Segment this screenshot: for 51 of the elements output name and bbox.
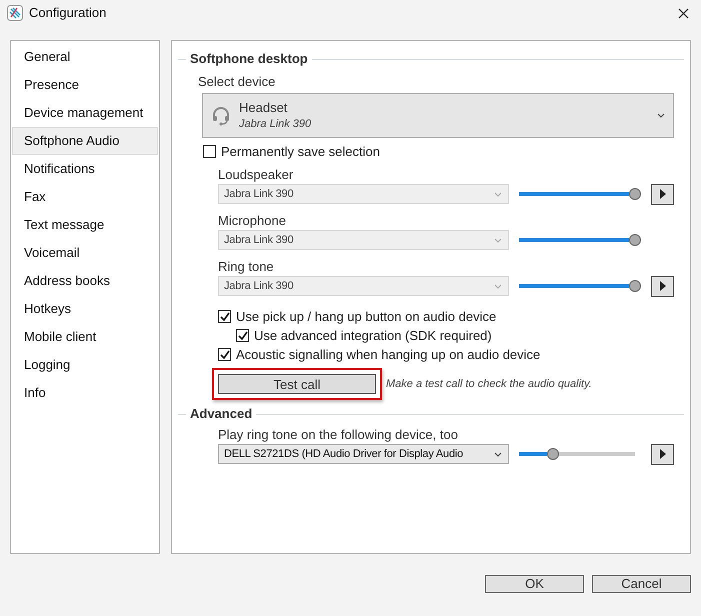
dialog-button[interactable]: Cancel	[592, 575, 691, 593]
hint-text: Make a test call to check the audio quality.	[386, 376, 592, 392]
sidebar-item[interactable]: Device management	[12, 99, 158, 127]
play-icon	[660, 281, 666, 291]
headset-icon	[211, 106, 231, 126]
device-name: Headset	[239, 99, 288, 116]
play-icon	[660, 189, 666, 199]
checkbox-label: Permanently save selection	[221, 142, 380, 161]
channel-label: Loudspeaker	[218, 167, 294, 183]
sidebar-item[interactable]: Fax	[12, 183, 158, 211]
sidebar-item[interactable]: Mobile client	[12, 323, 158, 351]
window-title: Configuration	[29, 4, 106, 22]
sidebar-item[interactable]: General	[12, 43, 158, 71]
device-model: Jabra Link 390	[239, 117, 312, 132]
channel-label: Ring tone	[218, 259, 275, 275]
slider-fill	[519, 452, 547, 456]
checkbox-label: Use pick up / hang up button on audio device	[236, 308, 496, 326]
checkbox[interactable]	[236, 329, 249, 342]
field-label: Select device	[198, 73, 276, 90]
channel-label: Play ring tone on the following device, too	[218, 427, 459, 443]
sidebar-item[interactable]: Text message	[12, 211, 158, 239]
play-icon	[660, 449, 666, 459]
group-title: Advanced	[190, 405, 252, 424]
sidebar-item[interactable]: Notifications	[12, 155, 158, 183]
play-button[interactable]	[651, 444, 674, 464]
group-title: Softphone desktop	[190, 50, 308, 68]
chevron-down-icon	[657, 113, 665, 118]
checkbox[interactable]	[203, 145, 216, 158]
sidebar-item[interactable]: Info	[12, 379, 158, 407]
sidebar-item[interactable]: Logging	[12, 351, 158, 379]
dialog-button[interactable]: OK	[485, 575, 584, 593]
sidebar-item[interactable]: Hotkeys	[12, 295, 158, 323]
chevron-down-icon	[494, 284, 502, 288]
test-call-button[interactable]: Test call	[218, 374, 376, 394]
channel-label: Microphone	[218, 213, 287, 229]
checkbox[interactable]	[218, 310, 231, 323]
slider-thumb[interactable]	[546, 448, 559, 460]
checkbox-label: Acoustic signalling when hanging up on audio device	[236, 346, 540, 364]
chevron-down-icon	[494, 238, 502, 242]
chevron-down-icon	[494, 192, 502, 196]
close-icon[interactable]	[678, 8, 689, 18]
sidebar-item[interactable]: Presence	[12, 71, 158, 99]
device-select[interactable]: Headset Jabra Link 390	[202, 93, 674, 138]
sidebar-item[interactable]: Address books	[12, 267, 158, 295]
sidebar-item[interactable]: Softphone Audio	[12, 127, 158, 155]
sidebar-item[interactable]: Voicemail	[12, 239, 158, 267]
checkbox[interactable]	[218, 348, 231, 361]
device-dropdown[interactable]: DELL S2721DS (HD Audio Driver for Display Audio	[218, 444, 510, 464]
checkbox-label: Use advanced integration (SDK required)	[254, 326, 492, 345]
app-logo-icon	[7, 5, 23, 21]
chevron-down-icon	[494, 452, 502, 456]
